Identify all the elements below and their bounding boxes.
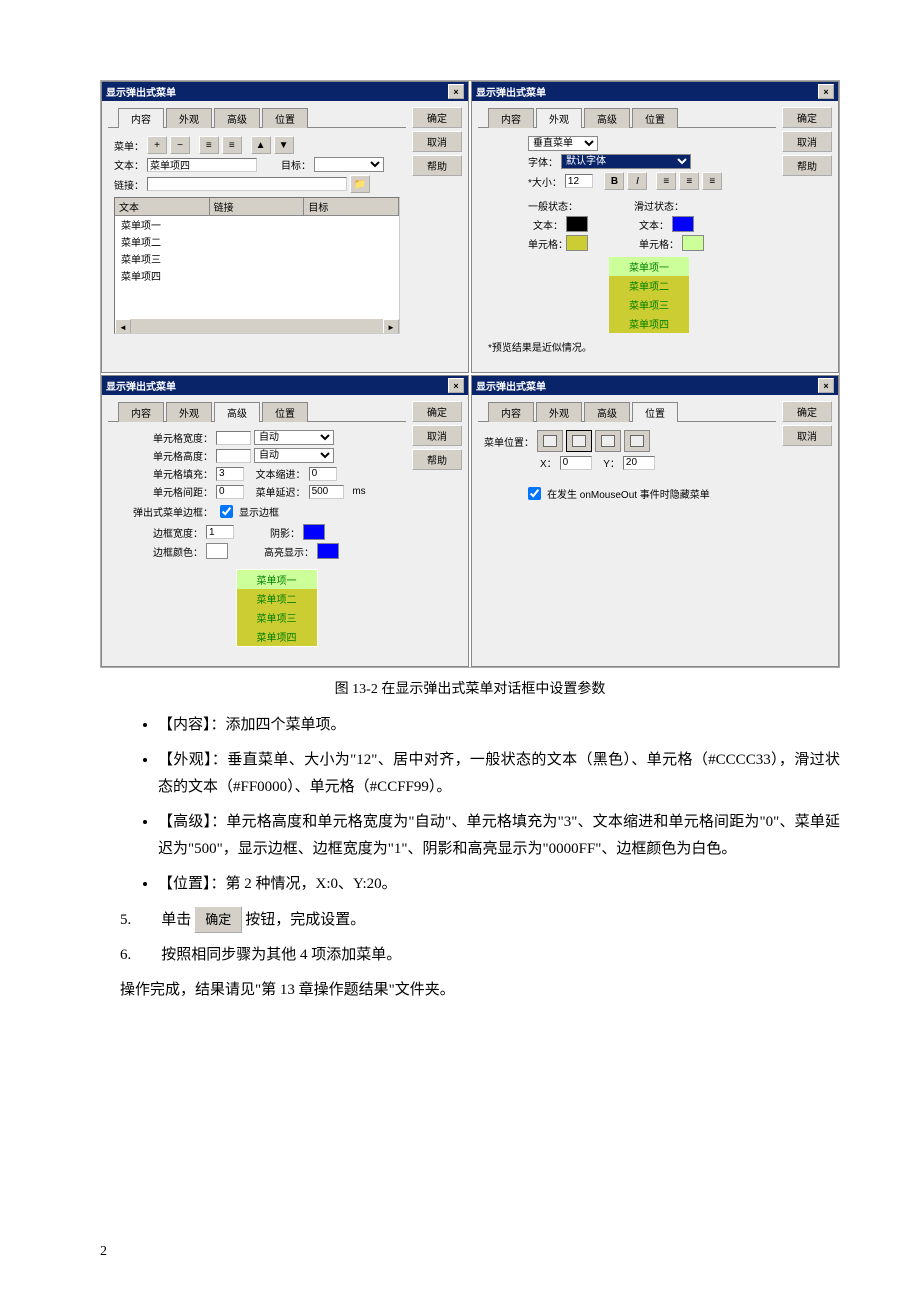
preview: 菜单项一 菜单项二 菜单项三 菜单项四 — [609, 257, 689, 333]
tab-appearance[interactable]: 外观 — [166, 108, 212, 128]
align-left-icon[interactable]: ≡ — [656, 172, 676, 190]
preview-note: *预览结果是近似情况。 — [488, 339, 770, 354]
close-icon[interactable]: × — [818, 84, 834, 99]
hover-cell-color[interactable] — [682, 235, 704, 251]
dialog-position: 显示弹出式菜单× 内容 外观 高级 位置 菜单位置： X： Y： 在发生 onM… — [471, 375, 839, 667]
target-select[interactable] — [314, 157, 384, 172]
x-input[interactable] — [560, 456, 592, 470]
finish-note: 操作完成，结果请见"第 13 章操作题结果"文件夹。 — [120, 977, 840, 1004]
align-center-icon[interactable]: ≡ — [679, 172, 699, 190]
dialog-content: 显示弹出式菜单 × 内容 外观 高级 位置 菜单： +− ≡≡ ▲▼ 文本： 目标：… — [101, 81, 469, 373]
tab-bar: 内容 外观 高级 位置 — [108, 107, 406, 127]
ok-button[interactable]: 确定 — [782, 401, 832, 422]
remove-icon[interactable]: − — [170, 136, 190, 154]
cancel-button[interactable]: 取消 — [412, 425, 462, 446]
ok-button[interactable]: 确定 — [412, 107, 462, 128]
move-down-icon[interactable]: ▼ — [274, 136, 294, 154]
hide-on-mouseout-checkbox[interactable] — [528, 487, 541, 500]
page-number: 2 — [100, 1244, 107, 1260]
ok-button[interactable]: 确定 — [782, 107, 832, 128]
tab-position[interactable]: 位置 — [262, 108, 308, 128]
indent-left-icon[interactable]: ≡ — [199, 136, 219, 154]
highlight-color[interactable] — [317, 543, 339, 559]
menu-label: 菜单： — [114, 138, 144, 153]
y-input[interactable] — [623, 456, 655, 470]
shadow-color[interactable] — [303, 524, 325, 540]
font-select[interactable]: 默认字体 — [561, 154, 691, 169]
step-6: 6. 按照相同步骤为其他 4 项添加菜单。 — [120, 942, 840, 969]
cell-width-mode[interactable]: 自动 — [254, 430, 334, 445]
move-up-icon[interactable]: ▲ — [251, 136, 271, 154]
cell-height-mode[interactable]: 自动 — [254, 448, 334, 463]
position-option-2[interactable] — [566, 430, 592, 452]
list-item[interactable]: 菜单项四 — [115, 267, 399, 284]
normal-text-color[interactable] — [566, 216, 588, 232]
dialog-appearance: 显示弹出式菜单× 内容 外观 高级 位置 垂直菜单 字体：默认字体 *大小： B… — [471, 81, 839, 373]
folder-icon[interactable]: 📁 — [350, 175, 370, 193]
list-item[interactable]: 菜单项一 — [115, 216, 399, 233]
ok-button-inline: 确定 — [194, 906, 242, 933]
cancel-button[interactable]: 取消 — [412, 131, 462, 152]
link-input[interactable] — [147, 177, 347, 191]
link-label: 链接： — [114, 177, 144, 192]
cell-spacing-input[interactable] — [216, 485, 244, 499]
hover-text-color[interactable] — [672, 216, 694, 232]
tab-advanced[interactable]: 高级 — [214, 108, 260, 128]
help-button[interactable]: 帮助 — [782, 155, 832, 176]
target-label: 目标： — [281, 157, 311, 172]
italic-icon[interactable]: I — [627, 172, 647, 190]
ok-button[interactable]: 确定 — [412, 401, 462, 422]
list-item[interactable]: 菜单项三 — [115, 250, 399, 267]
items-list[interactable]: 文本链接目标 菜单项一 菜单项二 菜单项三 菜单项四 ◄► — [114, 197, 400, 334]
help-button[interactable]: 帮助 — [412, 155, 462, 176]
help-button[interactable]: 帮助 — [412, 449, 462, 470]
normal-cell-color[interactable] — [566, 235, 588, 251]
menu-delay-input[interactable] — [309, 485, 344, 499]
border-color[interactable] — [206, 543, 228, 559]
text-label: 文本： — [114, 157, 144, 172]
figure-caption: 图 13-2 在显示弹出式菜单对话框中设置参数 — [100, 678, 840, 698]
close-icon[interactable]: × — [448, 84, 464, 99]
cell-width-input[interactable] — [216, 431, 251, 445]
step-5: 5. 单击确定按钮，完成设置。 — [120, 906, 840, 934]
size-input[interactable] — [565, 174, 593, 188]
bullet-list: 【内容】：添加四个菜单项。 【外观】：垂直菜单、大小为"12"、居中对齐，一般状… — [100, 712, 840, 898]
position-option-4[interactable] — [624, 430, 650, 452]
cancel-button[interactable]: 取消 — [782, 425, 832, 446]
position-option-3[interactable] — [595, 430, 621, 452]
border-width-input[interactable] — [206, 525, 234, 539]
cell-height-input[interactable] — [216, 449, 251, 463]
list-item[interactable]: 菜单项二 — [115, 233, 399, 250]
show-border-checkbox[interactable] — [220, 505, 233, 518]
cancel-button[interactable]: 取消 — [782, 131, 832, 152]
menu-type-select[interactable]: 垂直菜单 — [528, 136, 598, 151]
position-label: 菜单位置： — [484, 434, 534, 449]
figure-screenshots: 显示弹出式菜单× 内容 外观 高级 位置 菜单： +− ≡≡ ▲▼ 文本：目标：… — [100, 80, 840, 668]
tab-content[interactable]: 内容 — [118, 108, 164, 128]
align-right-icon[interactable]: ≡ — [702, 172, 722, 190]
indent-right-icon[interactable]: ≡ — [222, 136, 242, 154]
dialog-advanced: 显示弹出式菜单× 内容 外观 高级 位置 单元格宽度：自动 单元格高度：自动 单… — [101, 375, 469, 667]
close-icon[interactable]: × — [448, 378, 464, 393]
scrollbar[interactable]: ◄► — [115, 319, 399, 333]
close-icon[interactable]: × — [818, 378, 834, 393]
step-list: 5. 单击确定按钮，完成设置。 6. 按照相同步骤为其他 4 项添加菜单。 — [100, 906, 840, 969]
cell-padding-input[interactable] — [216, 467, 244, 481]
dialog-title: 显示弹出式菜单 — [106, 84, 176, 99]
text-indent-input[interactable] — [309, 467, 337, 481]
bold-icon[interactable]: B — [604, 172, 624, 190]
preview: 菜单项一 菜单项二 菜单项三 菜单项四 — [236, 569, 318, 647]
add-icon[interactable]: + — [147, 136, 167, 154]
position-option-1[interactable] — [537, 430, 563, 452]
text-input[interactable] — [147, 158, 257, 172]
